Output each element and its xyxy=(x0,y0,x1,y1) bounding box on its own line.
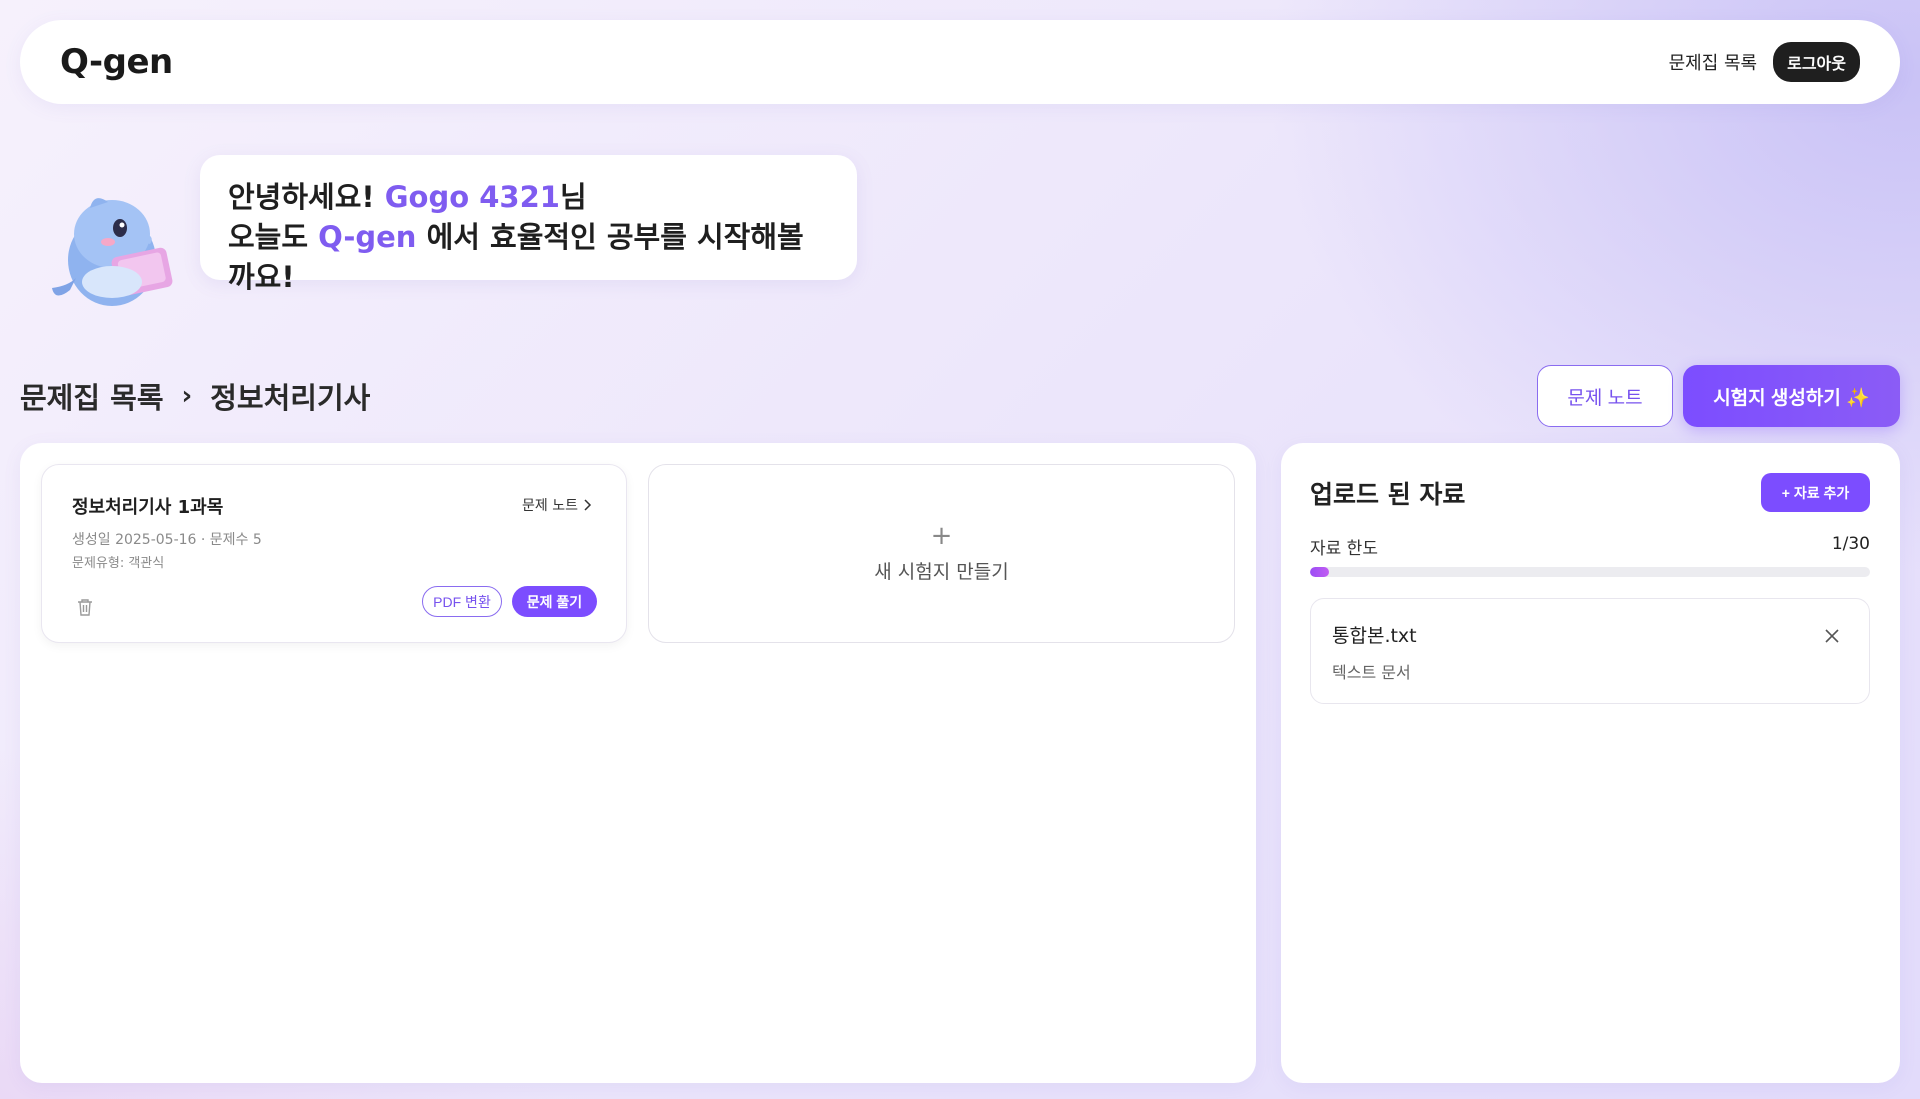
exam-card-note-link[interactable]: 문제 노트 xyxy=(522,495,592,515)
generate-exam-button[interactable]: 시험지 생성하기 ✨ xyxy=(1683,365,1900,427)
greeting-line2-suffix: 에서 효율적인 공부를 시작해볼까요! xyxy=(228,220,804,294)
add-material-button[interactable]: + 자료 추가 xyxy=(1761,473,1870,512)
exam-card[interactable]: 정보처리기사 1과목 문제 노트 생성일 2025-05-16 · 문제수 5 … xyxy=(41,464,627,643)
uploads-title: 업로드 된 자료 xyxy=(1310,480,1466,509)
chevron-right-icon xyxy=(584,499,592,511)
trash-icon[interactable] xyxy=(76,597,94,617)
greeting-username: Gogo 4321 xyxy=(384,180,560,214)
greeting-line-2: 오늘도 Q-gen 에서 효율적인 공부를 시작해볼까요! xyxy=(228,217,829,297)
greeting-honorific: 님 xyxy=(559,180,587,214)
greeting-line2-prefix: 오늘도 xyxy=(228,220,309,254)
plus-icon: + xyxy=(930,521,953,551)
exam-card-type: 문제유형: 객관식 xyxy=(72,556,165,571)
top-nav-right: 문제집 목록 로그아웃 xyxy=(1669,42,1860,82)
app-logo[interactable]: Q-gen xyxy=(60,42,173,82)
quota-progress-fill xyxy=(1310,567,1329,577)
chevron-right-icon: › xyxy=(181,381,193,411)
top-navbar: Q-gen 문제집 목록 로그아웃 xyxy=(20,20,1900,104)
breadcrumb-root[interactable]: 문제집 목록 xyxy=(20,375,164,417)
greeting-line-1: 안녕하세요! Gogo 4321님 xyxy=(228,177,829,217)
uploads-panel: 업로드 된 자료 + 자료 추가 자료 한도 1/30 통합본.txt 텍스트 … xyxy=(1281,443,1900,1083)
exam-card-title: 정보처리기사 1과목 xyxy=(72,497,224,518)
quota-count: 1/30 xyxy=(1831,534,1870,554)
breadcrumb: 문제집 목록 › 정보처리기사 xyxy=(20,375,370,417)
exam-list-panel: 정보처리기사 1과목 문제 노트 생성일 2025-05-16 · 문제수 5 … xyxy=(20,443,1256,1083)
new-exam-card[interactable]: + 새 시험지 만들기 xyxy=(648,464,1235,643)
quota-progress-bar xyxy=(1310,567,1870,577)
exam-card-meta: 생성일 2025-05-16 · 문제수 5 xyxy=(72,532,262,548)
new-exam-label: 새 시험지 만들기 xyxy=(874,561,1009,583)
dolphin-mascot-icon xyxy=(52,198,173,306)
close-icon[interactable] xyxy=(1821,625,1843,647)
question-note-button[interactable]: 문제 노트 xyxy=(1537,365,1673,427)
file-type: 텍스트 문서 xyxy=(1332,663,1411,682)
exam-card-note-label: 문제 노트 xyxy=(522,498,578,514)
file-name: 통합본.txt xyxy=(1332,625,1417,647)
breadcrumb-current: 정보처리기사 xyxy=(210,381,371,415)
nav-link-workbook-list[interactable]: 문제집 목록 xyxy=(1669,49,1758,75)
greeting-brand: Q-gen xyxy=(318,220,417,254)
pdf-convert-button[interactable]: PDF 변환 xyxy=(422,586,502,617)
solve-exam-button[interactable]: 문제 풀기 xyxy=(512,586,597,617)
greeting-bubble: 안녕하세요! Gogo 4321님 오늘도 Q-gen 에서 효율적인 공부를 … xyxy=(200,155,857,294)
uploaded-file-item[interactable]: 통합본.txt 텍스트 문서 xyxy=(1310,598,1870,704)
quota-label: 자료 한도 xyxy=(1310,539,1378,559)
greeting-hello: 안녕하세요! xyxy=(228,180,375,214)
logout-button[interactable]: 로그아웃 xyxy=(1773,42,1860,82)
